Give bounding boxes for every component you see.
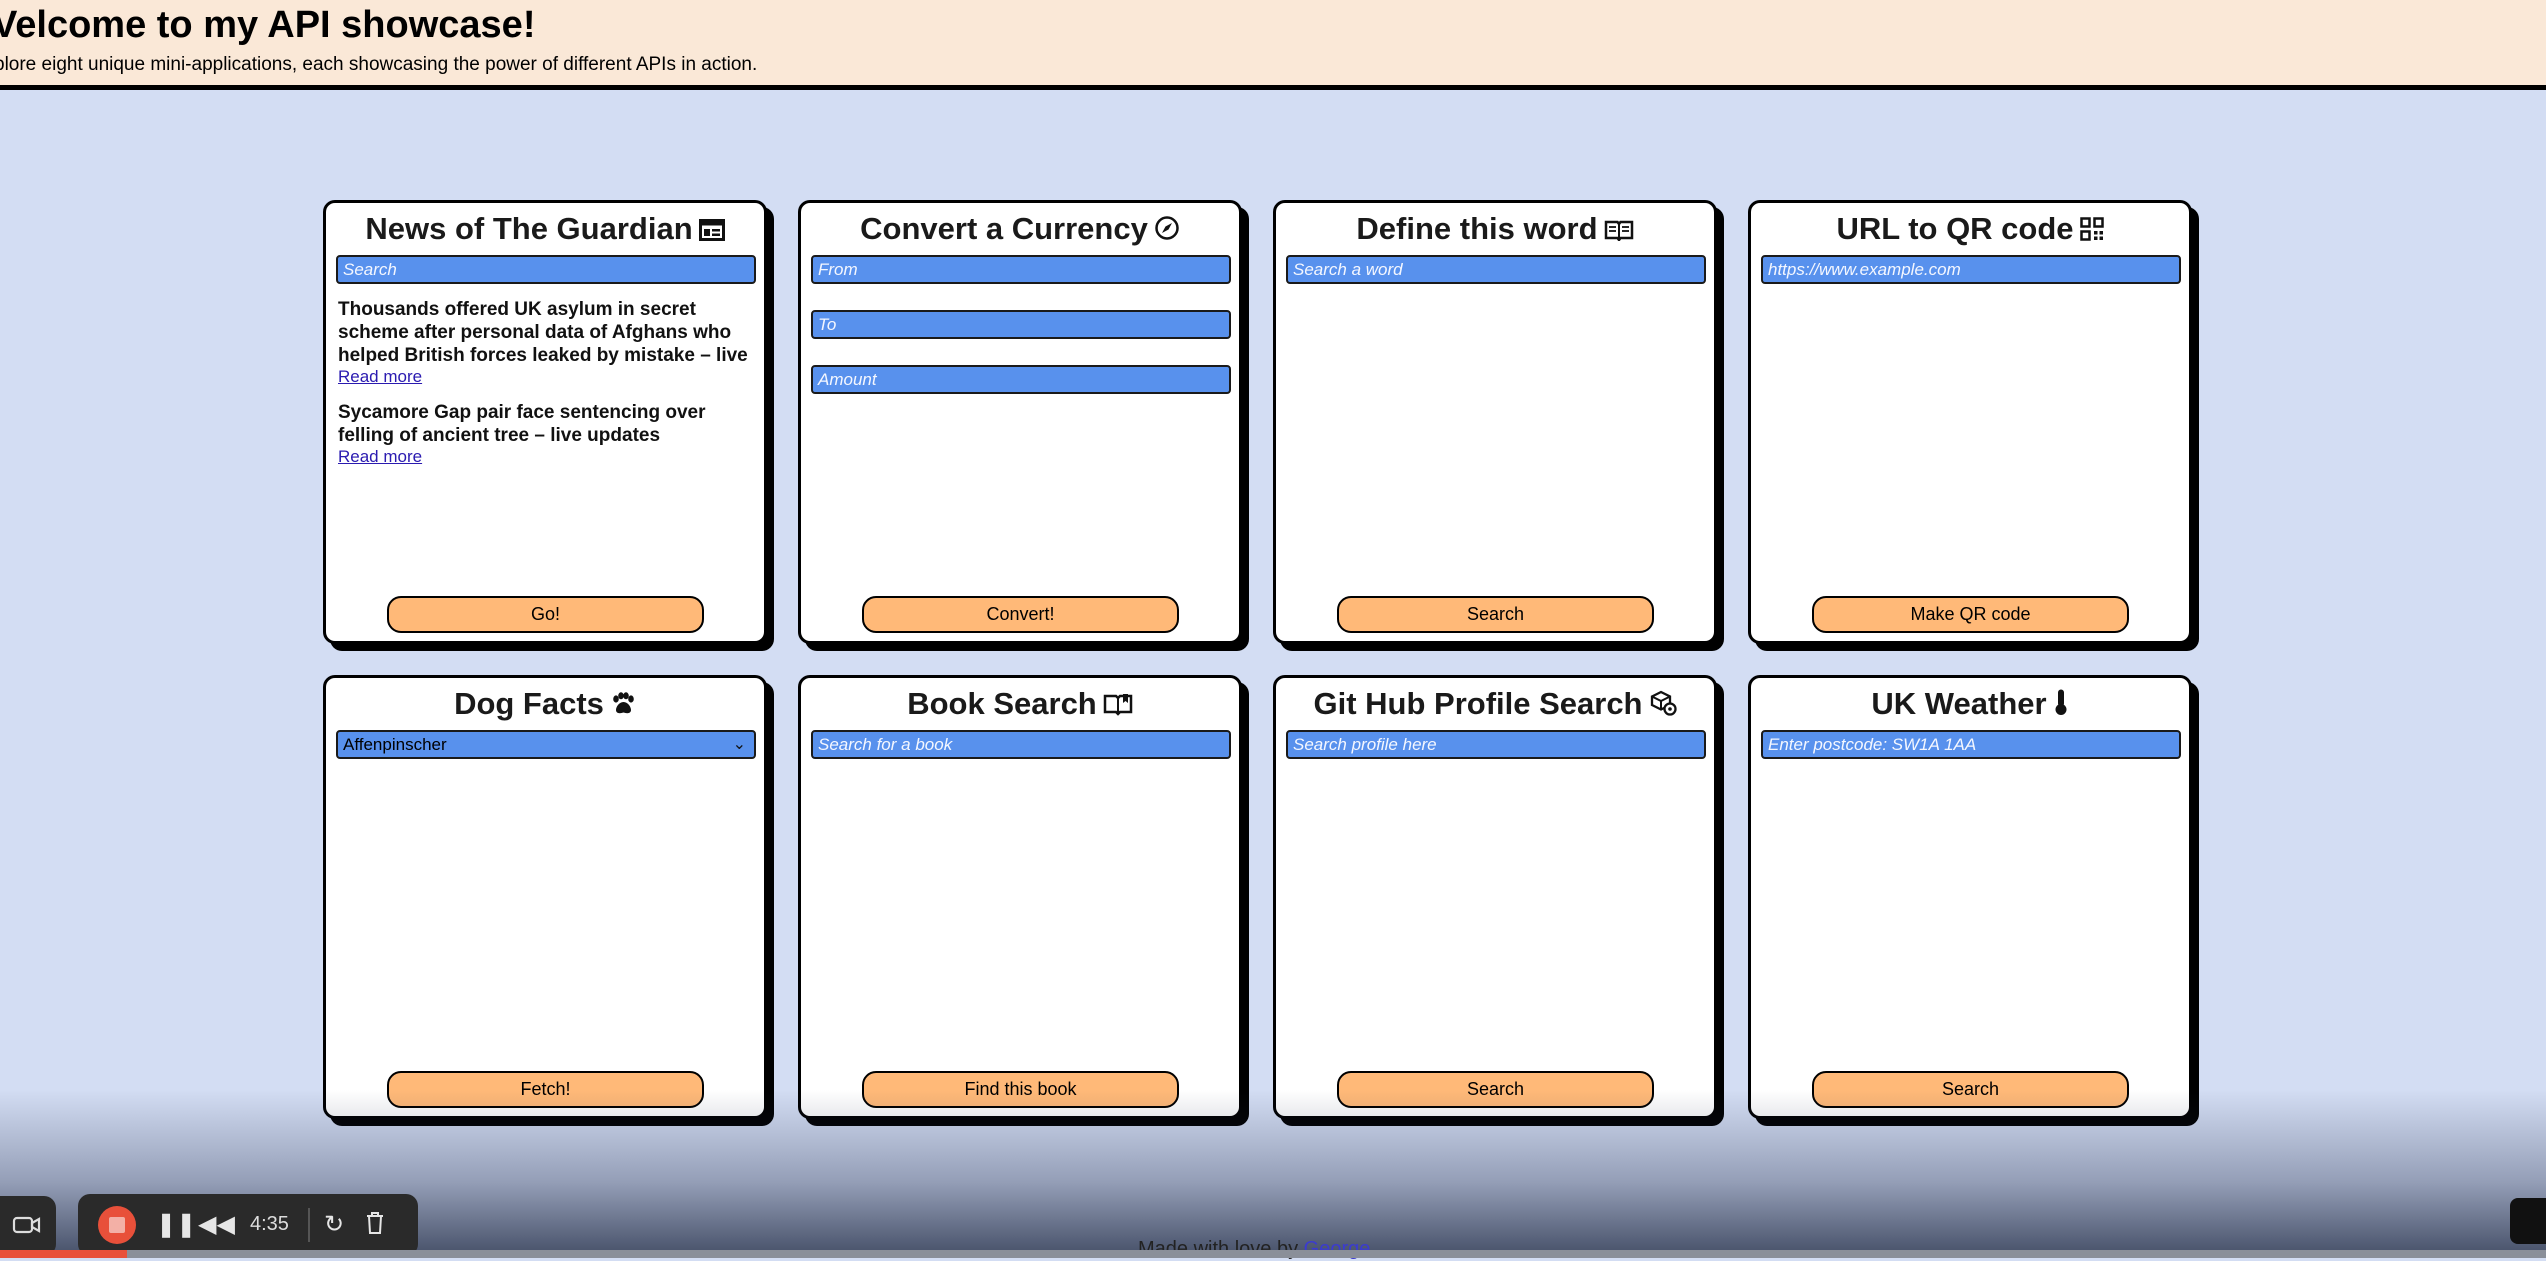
card-title: Convert a Currency [860,211,1148,246]
card-currency: Convert a Currency From To Amount Conver… [798,200,1242,644]
card-title: UK Weather [1871,686,2047,721]
read-more-link[interactable]: Read more [338,447,422,467]
news-headline: Sycamore Gap pair face sentencing over f… [338,402,706,446]
card-title: Dog Facts [454,686,604,721]
card-qr-code: URL to QR code https://www.example.com M… [1748,200,2192,644]
pause-icon[interactable]: ❚❚ [156,1210,196,1239]
video-progress-fill [0,1250,128,1258]
from-currency-input[interactable]: From [811,255,1231,284]
read-more-link[interactable]: Read more [338,367,422,387]
book-icon [1103,688,1133,724]
postcode-input[interactable]: Enter postcode: SW1A 1AA [1761,730,2181,759]
card-guardian-news: News of The Guardian Search Thousands of… [323,200,767,644]
camera-toggle[interactable] [0,1196,56,1256]
page-title: Velcome to my API showcase! [0,4,536,46]
rewind-icon[interactable]: ◀◀ [198,1210,235,1239]
card-dog-facts: Dog Facts Affenpinscher ⌄ Fetch! [323,675,767,1119]
card-title: News of The Guardian [365,211,693,246]
card-book-search: Book Search Search for a book Find this … [798,675,1242,1119]
news-headline: Thousands offered UK asylum in secret sc… [338,299,748,366]
card-github-profile: Git Hub Profile Search Search profile he… [1273,675,1717,1119]
card-title: Define this word [1356,211,1598,246]
chat-icon[interactable] [2510,1198,2546,1244]
card-uk-weather: UK Weather Enter postcode: SW1A 1AA Sear… [1748,675,2192,1119]
to-currency-input[interactable]: To [811,310,1231,339]
github-icon [1649,688,1677,724]
recording-time: 4:35 [250,1213,289,1235]
qr-code-icon [2079,213,2104,249]
book-search-input[interactable]: Search for a book [811,730,1231,759]
go-button[interactable]: Go! [387,596,704,633]
compass-icon [1154,213,1180,249]
url-input[interactable]: https://www.example.com [1761,255,2181,284]
trash-icon[interactable] [364,1210,386,1243]
convert-button[interactable]: Convert! [862,596,1179,633]
card-define-word: Define this word Search a word Search [1273,200,1717,644]
newspaper-icon [698,213,725,249]
amount-input[interactable]: Amount [811,365,1231,394]
card-title: Book Search [907,686,1097,721]
thermometer-icon [2053,688,2069,724]
open-book-icon [1604,213,1634,249]
dog-breed-selected: Affenpinscher [343,735,447,754]
define-search-button[interactable]: Search [1337,596,1654,633]
stop-icon [109,1217,125,1233]
paw-icon [610,688,636,724]
news-list: Thousands offered UK asylum in secret sc… [338,298,758,481]
page-subtitle: plore eight unique mini-applications, ea… [0,54,758,75]
list-item: Sycamore Gap pair face sentencing over f… [338,401,758,467]
restart-icon[interactable]: ↻ [324,1210,344,1239]
chevron-down-icon: ⌄ [732,736,746,753]
page-header: Velcome to my API showcase! plore eight … [0,0,2546,90]
github-profile-input[interactable]: Search profile here [1286,730,1706,759]
dog-breed-select[interactable]: Affenpinscher ⌄ [336,730,756,759]
make-qr-button[interactable]: Make QR code [1812,596,2129,633]
stop-recording-button[interactable] [98,1206,136,1244]
news-search-input[interactable]: Search [336,255,756,284]
card-title: URL to QR code [1836,211,2074,246]
video-progress-bar[interactable] [0,1250,2546,1258]
camera-icon [12,1214,42,1241]
list-item: Thousands offered UK asylum in secret sc… [338,298,758,387]
toolbar-divider [308,1208,310,1242]
word-search-input[interactable]: Search a word [1286,255,1706,284]
card-title: Git Hub Profile Search [1313,686,1643,721]
recording-toolbar: ❚❚ ◀◀ 4:35 ↻ [78,1194,418,1256]
